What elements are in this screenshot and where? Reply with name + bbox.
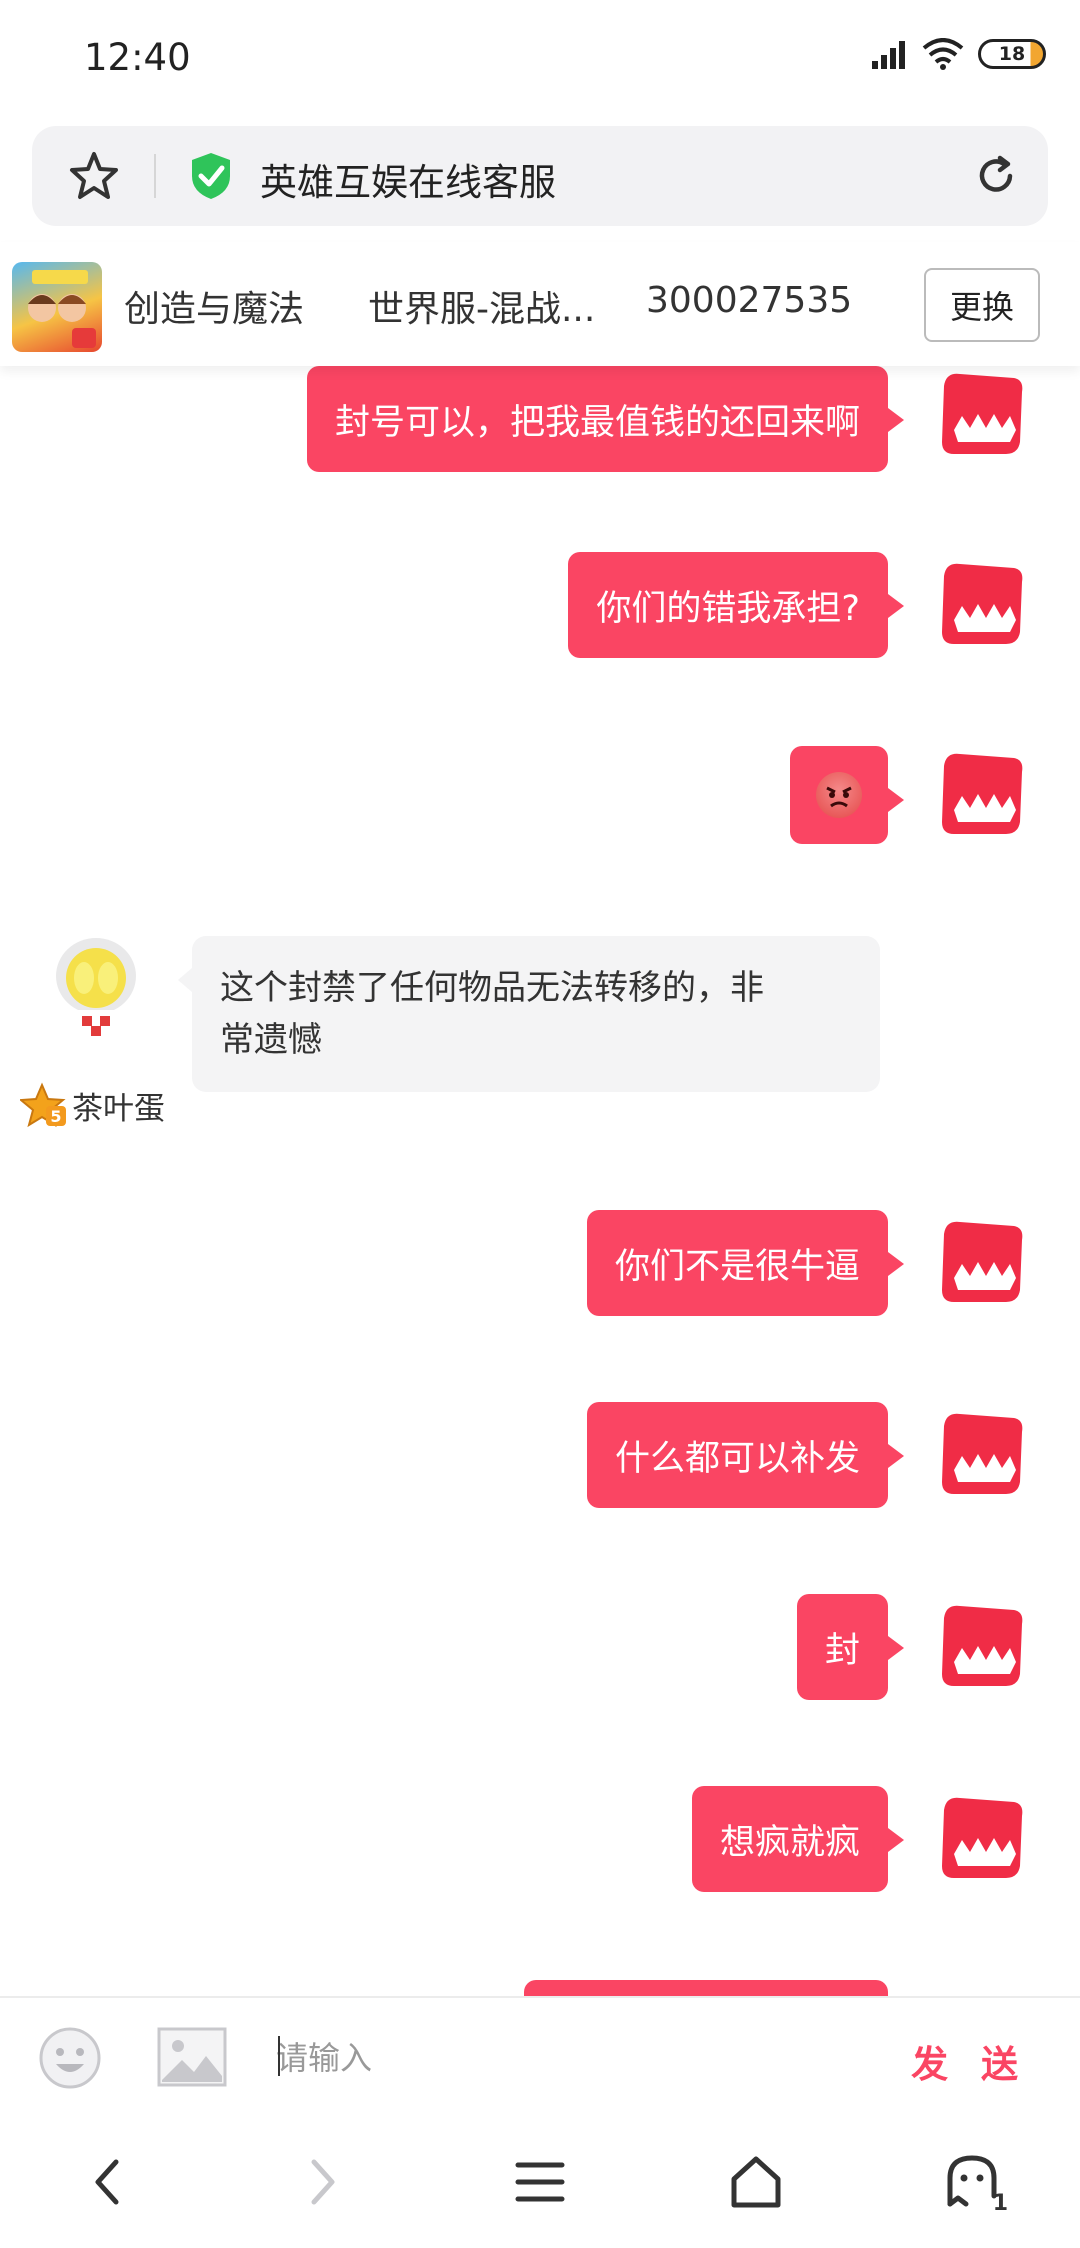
image-icon[interactable] [156, 2026, 228, 2088]
home-button[interactable] [724, 2150, 788, 2214]
agent-message-line: 常遗憾 [220, 1020, 322, 1060]
page-title: 英雄互娱在线客服 [260, 161, 556, 204]
back-icon [95, 2159, 119, 2205]
user-message-bubble: 封 [796, 1594, 905, 1700]
battery-level: 18 [998, 43, 1026, 65]
user-avatar[interactable] [936, 1792, 1028, 1884]
forward-button[interactable] [290, 2150, 354, 2214]
agent-avatar [56, 938, 136, 1036]
user-message-bubble [790, 746, 904, 844]
agent-name: 茶叶蛋 [72, 1090, 165, 1127]
user-message-bubble: 你们的错我承担? [568, 552, 904, 658]
menu-button[interactable] [508, 2150, 572, 2214]
chat-list[interactable]: 封号可以，把我最值钱的还回来啊 你们的错我承担? 5 茶叶蛋 这个封禁了任何物品… [0, 366, 1080, 1996]
back-button[interactable] [76, 2150, 140, 2214]
game-logo [12, 262, 102, 352]
user-message-bubble-partial [524, 1980, 888, 1996]
user-message-bubble: 封号可以，把我最值钱的还回来啊 [306, 366, 905, 472]
bookmark-star-icon[interactable] [68, 150, 120, 202]
user-avatar[interactable] [936, 1408, 1028, 1500]
angry-face-icon [816, 772, 862, 818]
send-button[interactable]: 发 送 [911, 2034, 1028, 2088]
signal-icon [872, 41, 905, 69]
secure-shield-icon [192, 153, 230, 199]
user-id: 300027535 [646, 280, 853, 321]
rank-star-icon: 5 [20, 1082, 66, 1128]
status-bar: 12:40 18 [0, 0, 1080, 118]
user-avatar[interactable] [936, 1216, 1028, 1308]
user-avatar[interactable] [936, 748, 1028, 840]
home-icon [731, 2156, 781, 2208]
game-name: 创造与魔法 [124, 289, 305, 330]
battery-indicator: 18 [978, 39, 1046, 69]
user-avatar[interactable] [936, 558, 1028, 650]
browser-navbar: 1 [0, 2118, 1080, 2248]
tabs-button[interactable]: 1 [940, 2150, 1008, 2216]
agent-message-bubble: 这个封禁了任何物品无法转移的，非 常遗憾 [178, 936, 880, 1092]
message-input[interactable] [276, 2026, 876, 2090]
status-icons: 18 [872, 38, 1046, 70]
user-message-bubble: 什么都可以补发 [586, 1402, 905, 1508]
text-caret [278, 2036, 280, 2076]
agent-message-line: 这个封禁了任何物品无法转移的，非 [220, 968, 764, 1008]
server-name: 世界服-混战... [368, 289, 596, 330]
user-avatar[interactable] [936, 1600, 1028, 1692]
svg-text:5: 5 [50, 1107, 61, 1126]
game-info-bar: 创造与魔法 世界服-混战... 300027535 更换 [0, 242, 1080, 366]
change-button[interactable]: 更换 [924, 268, 1040, 342]
forward-icon [311, 2159, 335, 2205]
user-avatar[interactable] [936, 368, 1028, 460]
wifi-icon [922, 38, 964, 70]
message-composer: 发 送 [0, 1996, 1080, 2116]
status-time: 12:40 [84, 36, 191, 79]
menu-icon [515, 2162, 565, 2202]
agent-name-row: 5 茶叶蛋 [20, 1082, 165, 1128]
user-message-bubble: 你们不是很牛逼 [586, 1210, 905, 1316]
address-divider [154, 154, 156, 198]
address-bar[interactable]: 英雄互娱在线客服 [32, 126, 1048, 226]
tab-count: 1 [992, 2191, 1008, 2216]
user-message-bubble: 想疯就疯 [691, 1786, 905, 1892]
emoji-icon[interactable] [38, 2026, 102, 2090]
refresh-icon[interactable] [974, 154, 1018, 198]
